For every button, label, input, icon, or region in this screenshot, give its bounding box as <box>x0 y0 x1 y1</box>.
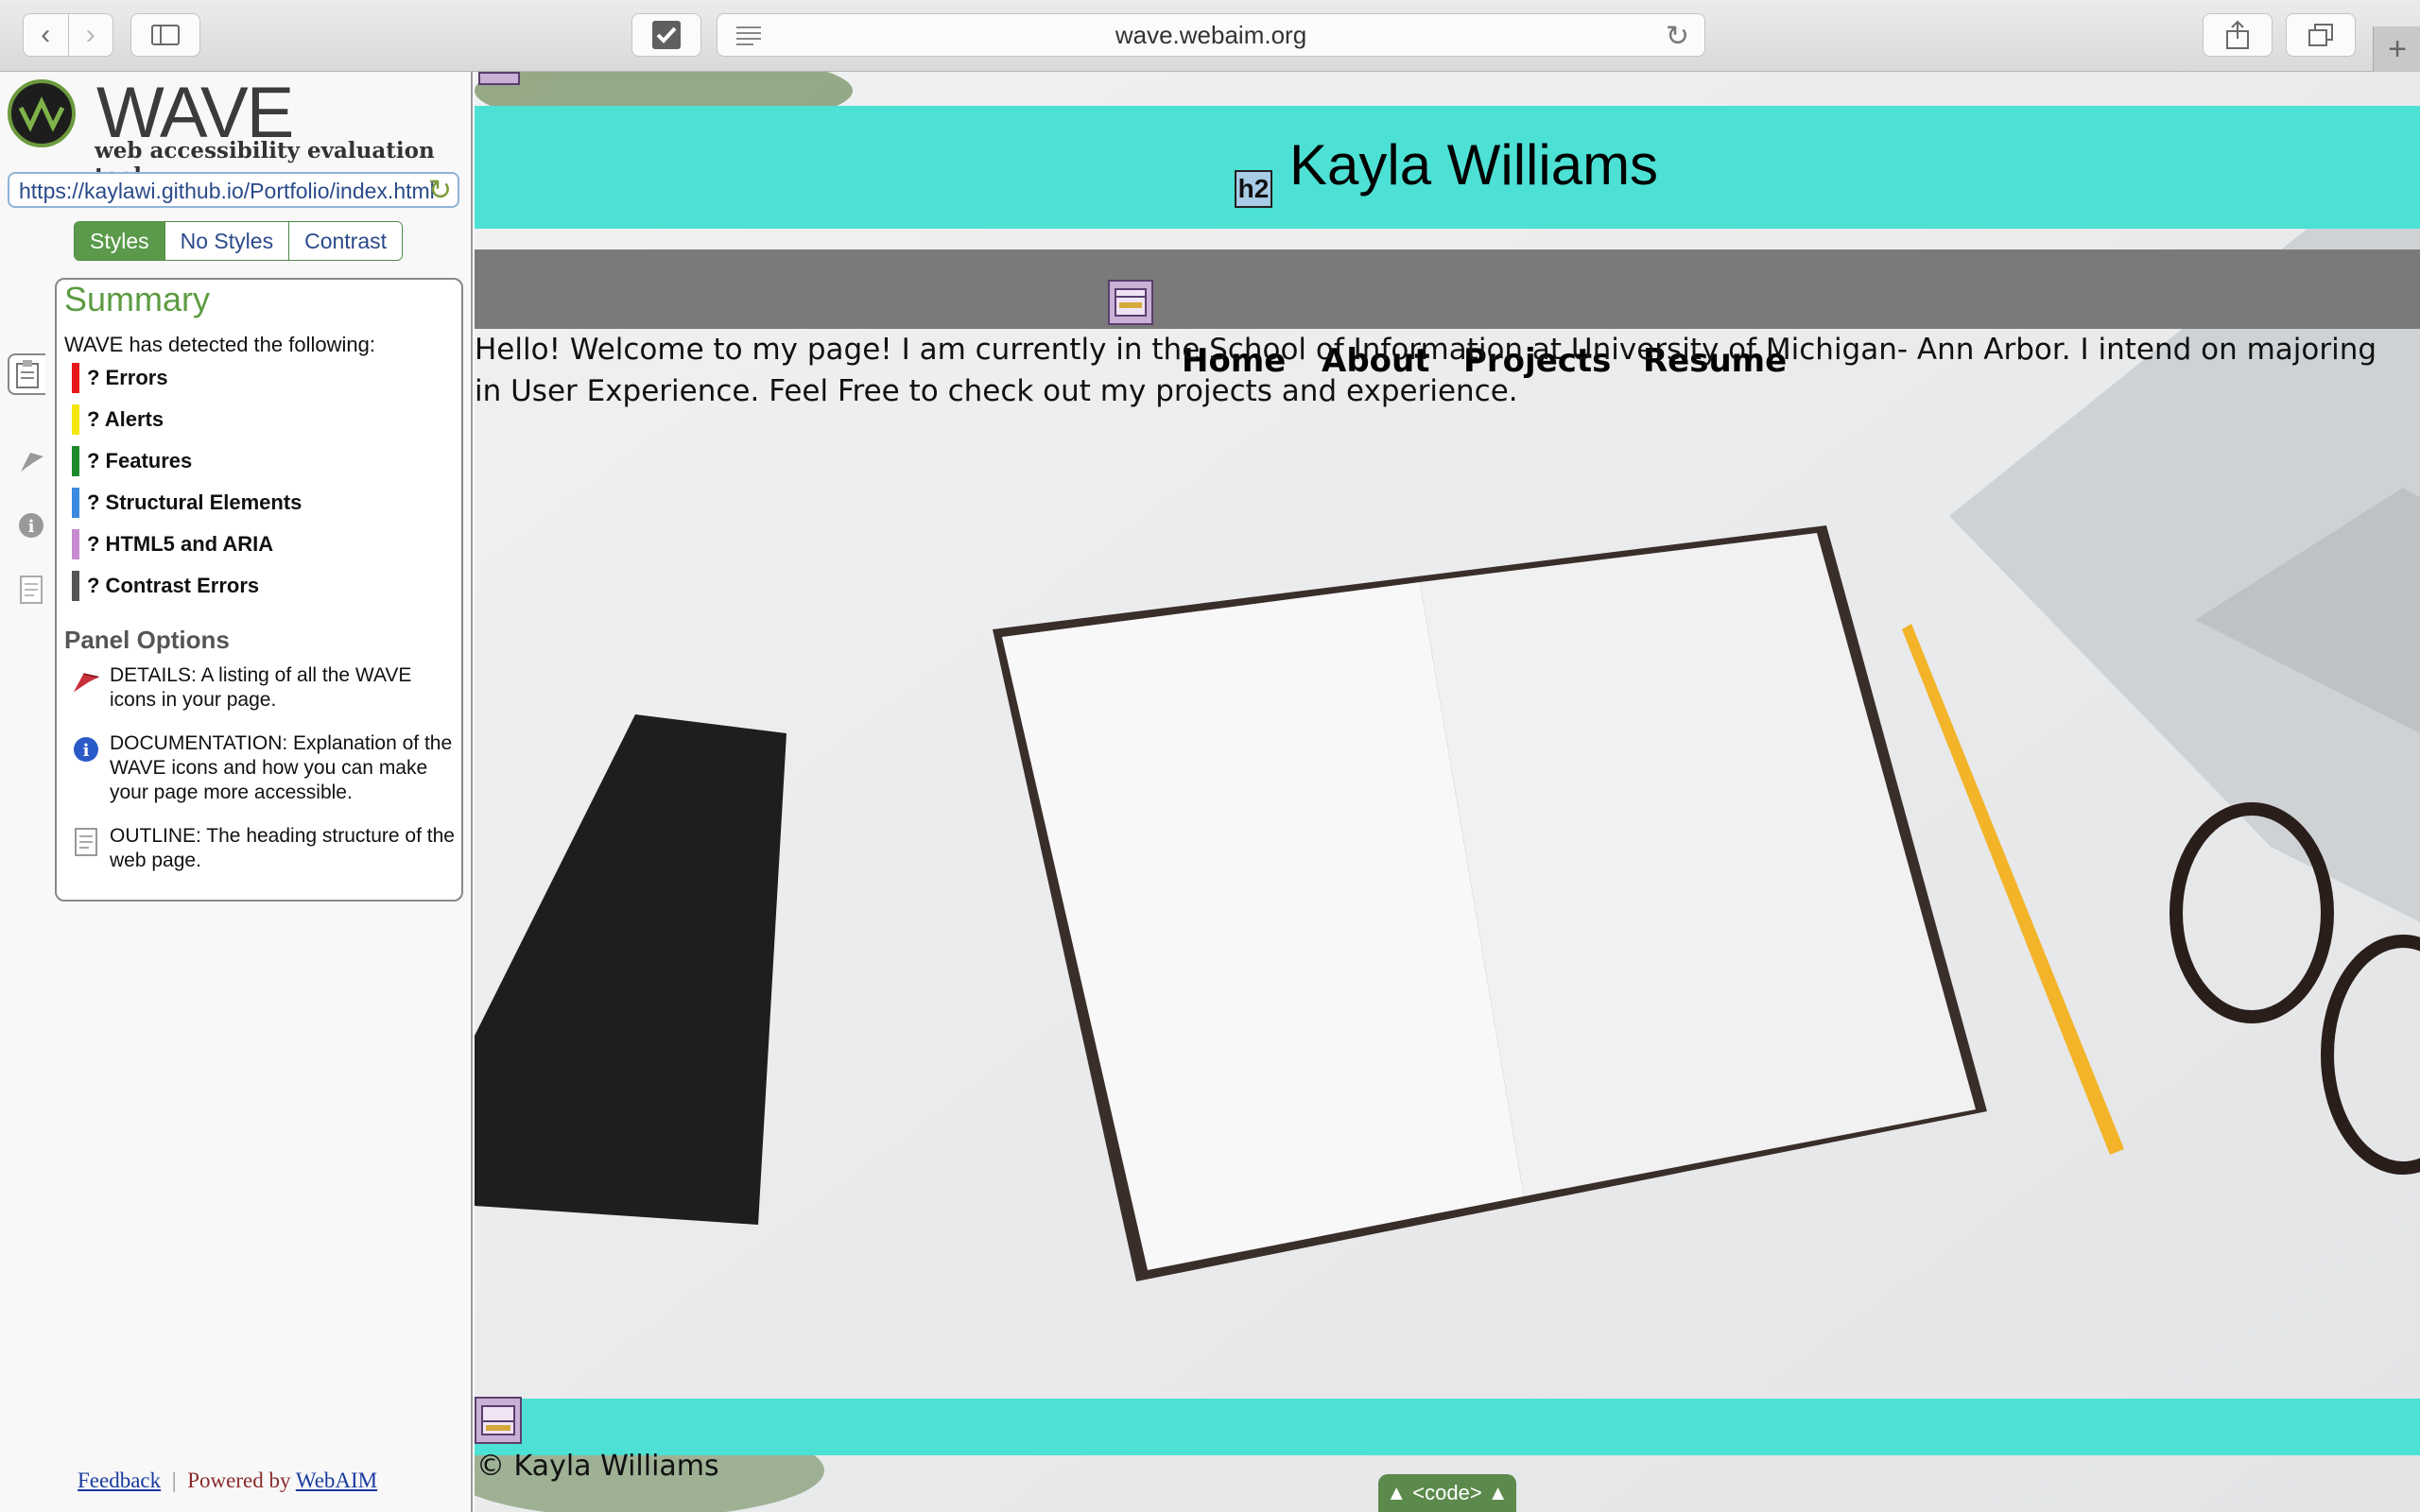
alerts-color-bar <box>72 404 79 435</box>
webaim-link[interactable]: WebAIM <box>296 1469 377 1492</box>
plus-icon: + <box>2388 30 2407 67</box>
structural-color-bar <box>72 488 79 518</box>
info-icon: i <box>72 735 100 764</box>
view-mode-tabs: Styles No Styles Contrast <box>74 221 404 261</box>
tabs-overview-icon <box>2308 24 2333 46</box>
summary-item-html5-aria[interactable]: ? HTML5 and ARIA <box>72 527 273 561</box>
documentation-tab[interactable]: i <box>13 507 49 544</box>
site-navbar <box>475 249 2420 329</box>
tab-no-styles[interactable]: No Styles <box>164 222 289 260</box>
flag-icon <box>72 667 100 696</box>
intro-paragraph: Hello! Welcome to my page! I am currentl… <box>475 333 2377 408</box>
footer-separator: | <box>171 1469 177 1492</box>
summary-heading: Summary <box>64 280 211 318</box>
summary-item-label: ? Alerts <box>87 407 164 431</box>
wave-sidebar: WAVE web accessibility evaluation tool h… <box>0 72 473 1512</box>
summary-item-alerts[interactable]: ? Alerts <box>72 403 164 437</box>
chevron-right-icon: › <box>85 19 95 50</box>
wave-logo-icon <box>18 96 65 132</box>
summary-item-features[interactable]: ? Features <box>72 444 192 478</box>
evaluated-page: h2 Kayla Williams Home About Projects Re… <box>475 72 2420 1512</box>
summary-item-label: ? Structural Elements <box>87 490 302 514</box>
svg-text:i: i <box>28 517 35 537</box>
chevron-left-icon: ‹ <box>41 19 51 50</box>
url-value: https://kaylawi.github.io/Portfolio/inde… <box>19 179 435 203</box>
wave-nav-badge[interactable] <box>1108 280 1153 325</box>
reload-icon[interactable]: ↻ <box>1666 20 1689 53</box>
errors-color-bar <box>72 363 79 393</box>
reader-icon[interactable] <box>735 24 763 46</box>
contrast-color-bar <box>72 571 79 601</box>
feedback-link[interactable]: Feedback <box>78 1469 161 1492</box>
refresh-icon[interactable]: ↻ <box>428 174 452 206</box>
summary-item-label: ? HTML5 and ARIA <box>87 532 274 556</box>
summary-item-label: ? Contrast Errors <box>87 574 260 597</box>
summary-panel: Summary WAVE has detected the following:… <box>55 278 463 902</box>
wave-footer-badge[interactable] <box>475 1397 522 1444</box>
summary-item-label: ? Features <box>87 449 193 472</box>
wave-url-input[interactable]: https://kaylawi.github.io/Portfolio/inde… <box>8 172 459 208</box>
svg-text:i: i <box>83 741 90 761</box>
browser-toolbar: ‹ › wave.webaim.org ↻ + <box>0 0 2420 72</box>
footer-banner <box>475 1399 2420 1455</box>
tab-styles[interactable]: Styles <box>75 222 164 260</box>
history-nav: ‹ › <box>23 13 113 57</box>
powered-by-text: Powered by <box>187 1469 291 1492</box>
clipboard-icon <box>16 360 39 388</box>
document-icon <box>20 576 43 604</box>
summary-item-label: ? Errors <box>87 366 168 389</box>
address-text: wave.webaim.org <box>1115 20 1307 49</box>
wave-logo <box>8 79 76 147</box>
sidebar-toggle-button[interactable] <box>130 13 200 57</box>
sidebar-icon <box>151 25 180 45</box>
summary-tab[interactable] <box>8 353 45 395</box>
wave-h2-badge[interactable]: h2 <box>1235 170 1272 208</box>
forward-button[interactable]: › <box>67 14 113 56</box>
summary-item-contrast[interactable]: ? Contrast Errors <box>72 569 259 603</box>
wave-region-badge[interactable] <box>478 72 520 85</box>
details-tab[interactable] <box>13 442 49 480</box>
flag-icon <box>21 453 43 472</box>
summary-item-structural[interactable]: ? Structural Elements <box>72 486 302 520</box>
aria-color-bar <box>72 529 79 559</box>
address-bar[interactable]: wave.webaim.org ↻ <box>717 13 1705 57</box>
info-icon: i <box>19 513 43 538</box>
wave-extension-button[interactable] <box>631 13 701 57</box>
share-button[interactable] <box>2203 13 2273 57</box>
footer-region-icon <box>481 1405 515 1435</box>
new-tab-button[interactable]: + <box>2373 26 2420 72</box>
panel-options-heading: Panel Options <box>64 626 230 654</box>
features-color-bar <box>72 446 79 476</box>
outline-option[interactable]: OUTLINE: The heading structure of the we… <box>110 824 456 873</box>
share-icon <box>2226 20 2249 49</box>
wave-footer: Feedback | Powered by WebAIM <box>78 1469 377 1493</box>
copyright-text: © Kayla Williams <box>476 1450 719 1483</box>
documentation-option[interactable]: DOCUMENTATION: Explanation of the WAVE i… <box>110 731 456 805</box>
back-button[interactable]: ‹ <box>24 14 68 56</box>
detected-text: WAVE has detected the following: <box>64 333 375 356</box>
tabs-overview-button[interactable] <box>2286 13 2356 57</box>
checkmark-icon <box>652 21 681 49</box>
navigation-icon <box>1115 288 1147 317</box>
page-title: Kayla Williams <box>1289 133 1659 197</box>
summary-item-errors[interactable]: ? Errors <box>72 361 168 395</box>
tab-contrast[interactable]: Contrast <box>288 222 403 260</box>
code-toggle-button[interactable]: ▲ <code> ▲ <box>1378 1474 1516 1512</box>
details-option[interactable]: DETAILS: A listing of all the WAVE icons… <box>110 663 456 713</box>
document-icon <box>72 828 100 856</box>
outline-tab[interactable] <box>13 571 49 609</box>
